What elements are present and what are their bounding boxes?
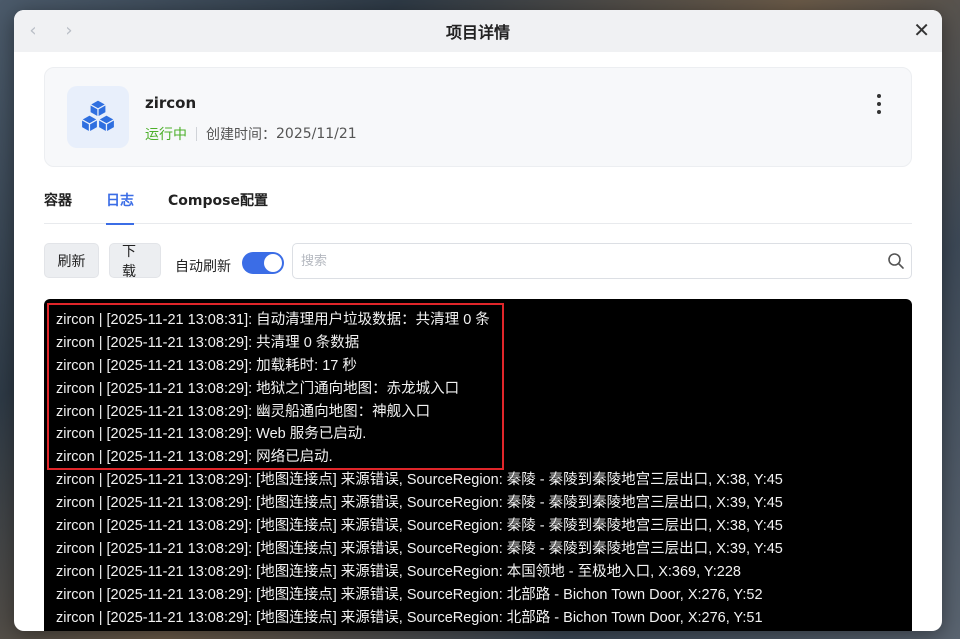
divider [196, 127, 197, 141]
cubes-icon [67, 86, 129, 148]
log-line: zircon | [2025-11-21 13:08:29]: 地狱之门通向地图… [56, 380, 460, 397]
created-date: 2025/11/21 [276, 126, 357, 142]
refresh-button[interactable]: 刷新 [44, 243, 99, 278]
auto-refresh-label: 自动刷新 [175, 259, 231, 275]
log-line: zircon | [2025-11-21 13:08:29]: [地图连接点] … [56, 586, 763, 603]
log-line: zircon | [2025-11-21 13:08:29]: 加载耗时: 17… [56, 357, 357, 374]
tab-containers[interactable]: 容器 [44, 178, 72, 224]
search-box [292, 243, 912, 279]
created-label: 创建时间： [206, 127, 276, 143]
window-title: 项目详情 [445, 23, 510, 42]
status-badge: 运行中 [145, 127, 187, 143]
log-line: zircon | [2025-11-21 13:08:29]: [地图连接点] … [56, 495, 783, 512]
log-line: zircon | [2025-11-21 13:08:29]: [地图连接点] … [56, 609, 763, 626]
toggle-knob [264, 254, 282, 272]
tab-logs[interactable]: 日志 [106, 178, 134, 225]
log-line: zircon | [2025-11-21 13:08:29]: 共清理 0 条数… [56, 334, 360, 351]
title-bar: ‹ › 项目详情 ✕ [14, 10, 942, 52]
forward-arrow-icon[interactable]: › [58, 20, 80, 41]
log-line: zircon | [2025-11-21 13:08:29]: [地图连接点] … [56, 472, 783, 489]
log-line: zircon | [2025-11-21 13:08:31]: 自动清理用户垃圾… [56, 312, 490, 328]
log-line: zircon | [2025-11-21 13:08:29]: 幽灵船通向地图：… [56, 403, 431, 420]
search-icon[interactable] [887, 252, 905, 270]
project-card: zircon 运行中 创建时间： 2025/11/21 [44, 67, 912, 167]
log-line: zircon | [2025-11-21 13:08:29]: [地图连接点] … [56, 540, 783, 557]
log-line: zircon | [2025-11-21 13:08:29]: Web 服务已启… [56, 426, 367, 443]
project-details-window: ‹ › 项目详情 ✕ zircon 运行中 创建时间： 2025/11/21 容… [14, 10, 942, 631]
project-name: zircon [145, 94, 197, 112]
log-line: zircon | [2025-11-21 13:08:29]: [地图连接点] … [56, 563, 741, 580]
more-options-icon[interactable] [873, 92, 885, 116]
close-icon[interactable]: ✕ [913, 18, 930, 42]
log-line: zircon | [2025-11-21 13:08:29]: 网络已启动. [56, 449, 333, 466]
tab-compose-config[interactable]: Compose配置 [168, 178, 268, 224]
back-arrow-icon[interactable]: ‹ [22, 20, 44, 41]
auto-refresh-toggle[interactable] [242, 252, 284, 274]
log-output[interactable]: zircon | [2025-11-21 13:08:31]: 自动清理用户垃圾… [44, 299, 912, 631]
download-button[interactable]: 下载 [109, 243, 161, 280]
tab-bar: 容器 日志 Compose配置 [44, 178, 912, 225]
search-input[interactable] [301, 250, 871, 272]
status-row: 运行中 创建时间： 2025/11/21 [145, 124, 357, 144]
log-toolbar: 刷新 下载 自动刷新 [44, 243, 912, 280]
log-line: zircon | [2025-11-21 13:08:29]: [地图连接点] … [56, 518, 783, 535]
